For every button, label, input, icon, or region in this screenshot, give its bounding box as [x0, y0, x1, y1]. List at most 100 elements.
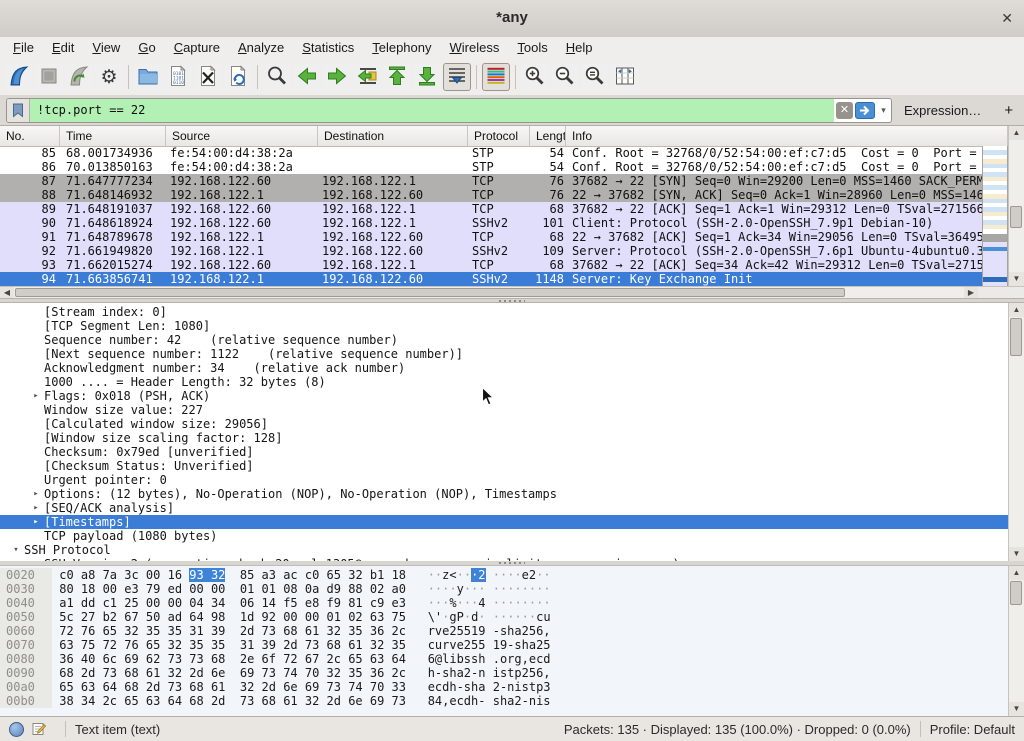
- packet-row-89[interactable]: 8971.648191037192.168.122.60192.168.122.…: [0, 202, 982, 216]
- clear-filter-button[interactable]: ✕: [836, 102, 853, 119]
- bookmark-icon[interactable]: [7, 99, 30, 122]
- hex-row[interactable]: 0080 36 40 6c 69 62 73 73 68 2e 6f 72 67…: [0, 652, 1008, 666]
- profile-button[interactable]: Profile: Default: [930, 722, 1015, 737]
- hscrollbar-thumb[interactable]: [15, 288, 845, 297]
- column-header-no[interactable]: No.: [0, 126, 60, 146]
- menu-capture[interactable]: Capture: [165, 37, 229, 59]
- filter-text[interactable]: !tcp.port == 22: [30, 99, 834, 122]
- scroll-down-icon[interactable]: ▼: [1009, 272, 1024, 286]
- hex-scrollbar[interactable]: ▲ ▼: [1008, 566, 1024, 716]
- hex-row[interactable]: 0030 80 18 00 e3 79 ed 00 00 01 01 08 0a…: [0, 582, 1008, 596]
- column-header-protocol[interactable]: Protocol: [468, 126, 530, 146]
- packet-row-85[interactable]: 8568.001734936fe:54:00:d4:38:2aSTP54Conf…: [0, 146, 982, 160]
- menu-view[interactable]: View: [83, 37, 129, 59]
- detail-line[interactable]: ▸[SEQ/ACK analysis]: [0, 501, 1008, 515]
- packet-row-94[interactable]: 9471.663856741192.168.122.1192.168.122.6…: [0, 272, 982, 286]
- capture-options-button[interactable]: ⚙: [95, 63, 123, 91]
- packet-row-86[interactable]: 8670.013850163fe:54:00:d4:38:2aSTP54Conf…: [0, 160, 982, 174]
- detail-line[interactable]: Urgent pointer: 0: [0, 473, 1008, 487]
- packet-row-93[interactable]: 9371.662015274192.168.122.60192.168.122.…: [0, 258, 982, 272]
- hex-row[interactable]: 0050 5c 27 b2 67 50 ad 64 98 1d 92 00 00…: [0, 610, 1008, 624]
- scroll-up-icon[interactable]: ▲: [1009, 566, 1024, 580]
- close-button[interactable]: ✕: [1001, 0, 1013, 36]
- close-capture-button[interactable]: [194, 63, 222, 91]
- packet-list-scrollbar[interactable]: ▲ ▼: [1008, 126, 1024, 286]
- packet-row-92[interactable]: 9271.661949820192.168.122.1192.168.122.6…: [0, 244, 982, 258]
- hex-row[interactable]: 0090 68 2d 73 68 61 32 2d 6e 69 73 74 70…: [0, 666, 1008, 680]
- detail-line[interactable]: [Checksum Status: Unverified]: [0, 459, 1008, 473]
- column-header-info[interactable]: Info: [566, 126, 1008, 146]
- apply-filter-button[interactable]: [855, 102, 875, 119]
- detail-line[interactable]: ▸Options: (12 bytes), No-Operation (NOP)…: [0, 487, 1008, 501]
- detail-line[interactable]: ▸Flags: 0x018 (PSH, ACK): [0, 389, 1008, 403]
- hex-row[interactable]: 0060 72 76 65 32 35 35 31 39 2d 73 68 61…: [0, 624, 1008, 638]
- hex-row[interactable]: 00a0 65 63 64 68 2d 73 68 61 32 2d 6e 69…: [0, 680, 1008, 694]
- hex-row[interactable]: 0020 c0 a8 7a 3c 00 16 93 32 85 a3 ac c0…: [0, 568, 1008, 582]
- colorize-button[interactable]: [482, 63, 510, 91]
- detail-line[interactable]: Acknowledgment number: 34 (relative ack …: [0, 361, 1008, 375]
- hex-row[interactable]: 0040 a1 dd c1 25 00 00 04 34 06 14 f5 e8…: [0, 596, 1008, 610]
- hex-row[interactable]: 0070 63 75 72 76 65 32 35 35 31 39 2d 73…: [0, 638, 1008, 652]
- detail-line[interactable]: ▸[Timestamps]: [0, 515, 1008, 529]
- packet-row-90[interactable]: 9071.648618924192.168.122.60192.168.122.…: [0, 216, 982, 230]
- expand-icon[interactable]: ▸: [28, 487, 44, 501]
- menu-edit[interactable]: Edit: [43, 37, 83, 59]
- detail-scrollbar[interactable]: ▲ ▼: [1008, 303, 1024, 561]
- detail-line[interactable]: Window size value: 227: [0, 403, 1008, 417]
- packet-row-91[interactable]: 9171.648789678192.168.122.1192.168.122.6…: [0, 230, 982, 244]
- menu-file[interactable]: File: [4, 37, 43, 59]
- go-first-button[interactable]: [383, 63, 411, 91]
- zoom-out-button[interactable]: [551, 63, 579, 91]
- display-filter-input[interactable]: !tcp.port == 22 ✕ ▾: [6, 98, 892, 123]
- auto-scroll-button[interactable]: [443, 63, 471, 91]
- stop-capture-button[interactable]: [35, 63, 63, 91]
- detail-line[interactable]: [Calculated window size: 29056]: [0, 417, 1008, 431]
- detail-line[interactable]: [Window size scaling factor: 128]: [0, 431, 1008, 445]
- column-header-time[interactable]: Time: [60, 126, 166, 146]
- column-header-source[interactable]: Source: [166, 126, 318, 146]
- detail-line[interactable]: Sequence number: 42 (relative sequence n…: [0, 333, 1008, 347]
- packet-list-hscrollbar[interactable]: ◀ ▶: [0, 286, 978, 298]
- scrollbar-thumb[interactable]: [1010, 206, 1022, 228]
- add-filter-button[interactable]: +: [999, 102, 1018, 119]
- go-last-button[interactable]: [413, 63, 441, 91]
- zoom-reset-button[interactable]: [581, 63, 609, 91]
- scroll-down-icon[interactable]: ▼: [1009, 702, 1024, 716]
- scrollbar-thumb[interactable]: [1010, 581, 1022, 605]
- filter-history-caret[interactable]: ▾: [876, 105, 891, 116]
- scroll-down-icon[interactable]: ▼: [1009, 547, 1024, 561]
- go-forward-button[interactable]: [323, 63, 351, 91]
- scrollbar-thumb[interactable]: [1010, 318, 1022, 356]
- detail-line[interactable]: Checksum: 0x79ed [unverified]: [0, 445, 1008, 459]
- pane-splitter-2[interactable]: [0, 561, 1024, 566]
- expand-icon[interactable]: ▸: [28, 389, 44, 403]
- expert-info-icon[interactable]: [9, 722, 24, 737]
- restart-capture-button[interactable]: [65, 63, 93, 91]
- packet-row-88[interactable]: 8871.648146932192.168.122.1192.168.122.6…: [0, 188, 982, 202]
- scroll-left-icon[interactable]: ◀: [0, 287, 14, 298]
- capture-comment-icon[interactable]: [32, 722, 46, 736]
- expand-icon[interactable]: ▸: [28, 515, 44, 529]
- menu-analyze[interactable]: Analyze: [229, 37, 293, 59]
- detail-line[interactable]: TCP payload (1080 bytes): [0, 529, 1008, 543]
- detail-line[interactable]: [TCP Segment Len: 1080]: [0, 319, 1008, 333]
- save-capture-button[interactable]: 010111010110: [164, 63, 192, 91]
- packet-minimap[interactable]: [982, 146, 1008, 286]
- scroll-up-icon[interactable]: ▲: [1009, 126, 1024, 140]
- scroll-up-icon[interactable]: ▲: [1009, 303, 1024, 317]
- column-header-length[interactable]: Length: [530, 126, 566, 146]
- go-to-packet-button[interactable]: [353, 63, 381, 91]
- hex-row[interactable]: 00b0 38 34 2c 65 63 64 68 2d 73 68 61 32…: [0, 694, 1008, 708]
- reload-capture-button[interactable]: [224, 63, 252, 91]
- collapse-icon[interactable]: ▾: [8, 543, 24, 557]
- expand-icon[interactable]: ▸: [28, 501, 44, 515]
- detail-line[interactable]: [Next sequence number: 1122 (relative se…: [0, 347, 1008, 361]
- start-capture-button[interactable]: [5, 63, 33, 91]
- menu-statistics[interactable]: Statistics: [293, 37, 363, 59]
- menu-tools[interactable]: Tools: [508, 37, 556, 59]
- menu-wireless[interactable]: Wireless: [441, 37, 509, 59]
- open-capture-button[interactable]: [134, 63, 162, 91]
- menu-help[interactable]: Help: [557, 37, 602, 59]
- zoom-in-button[interactable]: [521, 63, 549, 91]
- column-header-destination[interactable]: Destination: [318, 126, 468, 146]
